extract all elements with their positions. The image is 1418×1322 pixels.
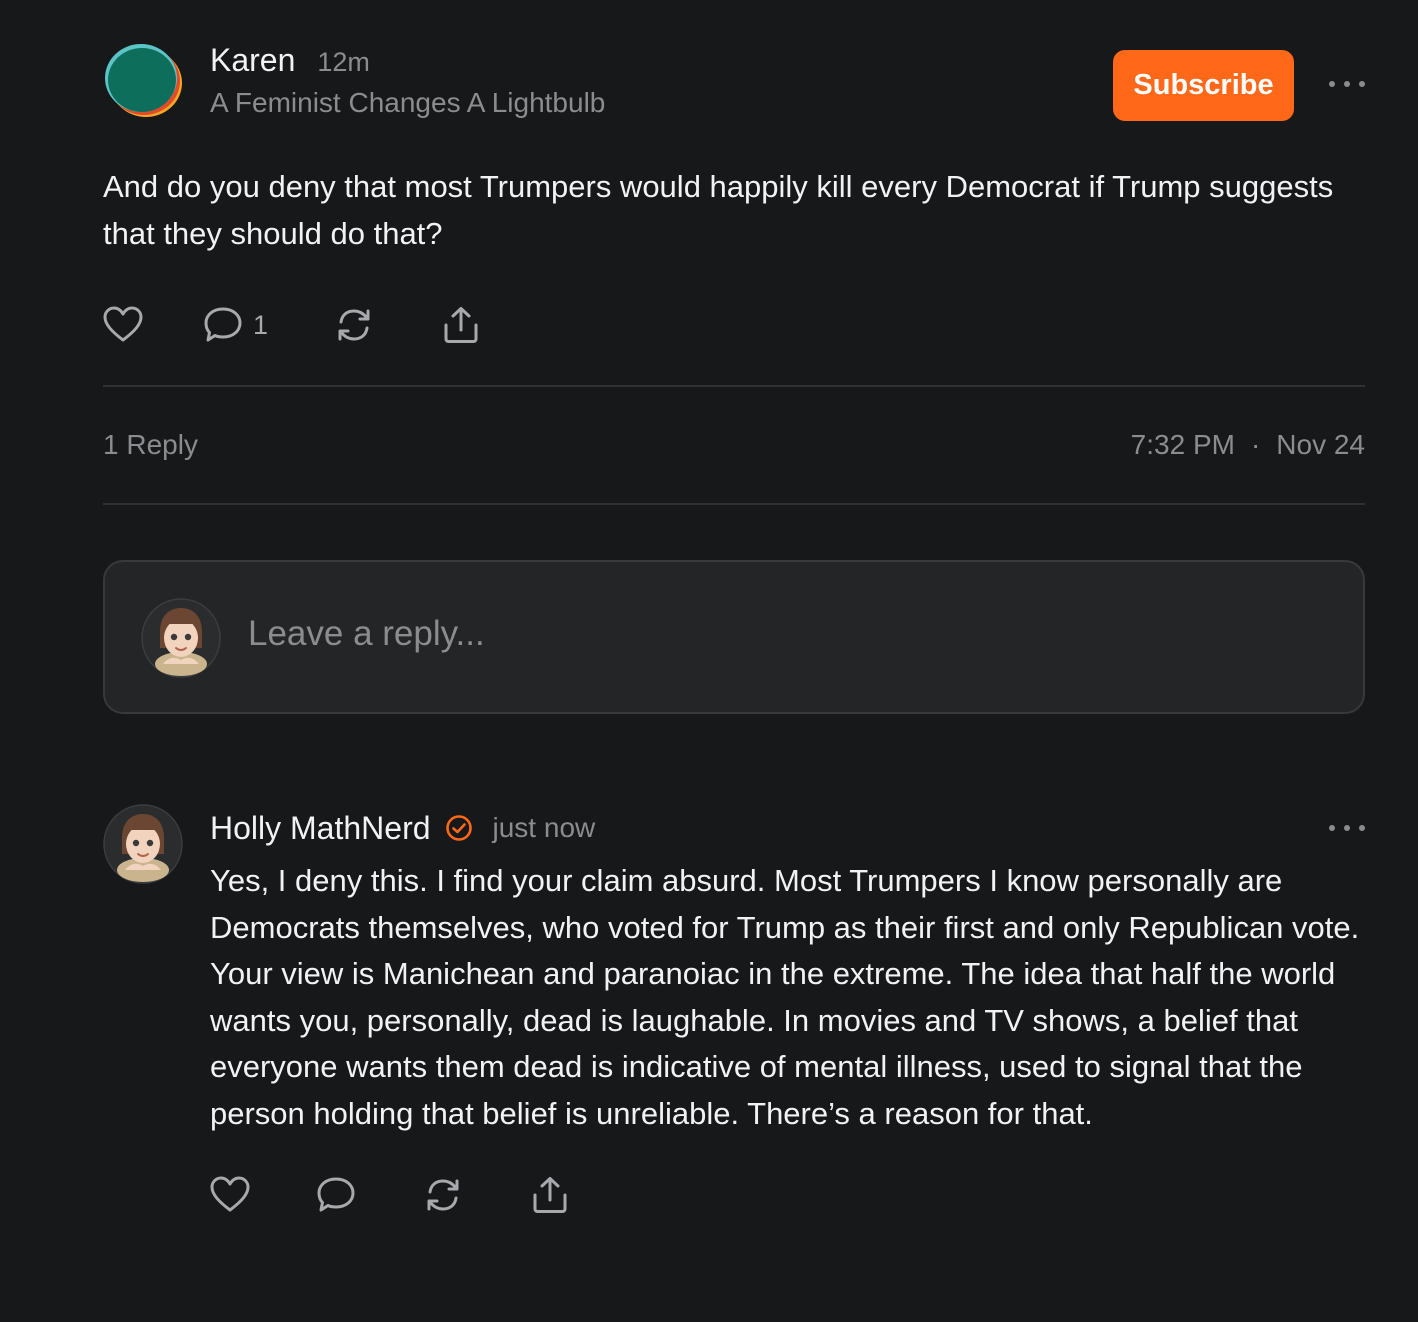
reply-input[interactable]: Leave a reply... (103, 560, 1365, 714)
more-dots-icon (1329, 825, 1335, 831)
share-button[interactable] (441, 306, 501, 344)
subscribe-button[interactable]: Subscribe (1113, 50, 1294, 121)
restack-button[interactable] (423, 1176, 530, 1214)
post-thread: Karen 12m A Feminist Changes A Lightbulb… (103, 40, 1365, 1215)
comment-main: Holly MathNerd just now Yes, I deny this… (210, 804, 1365, 1215)
like-button[interactable] (210, 1176, 316, 1214)
restack-icon (338, 309, 370, 341)
more-dots-icon (1329, 81, 1335, 87)
publication-name[interactable]: A Feminist Changes A Lightbulb (210, 87, 605, 119)
comment-bubble-icon (204, 307, 242, 342)
user-avatar (141, 598, 221, 678)
commenter-name[interactable]: Holly MathNerd (210, 810, 431, 847)
share-icon (533, 1177, 567, 1213)
comment-bubble-icon (317, 1177, 355, 1212)
share-icon (444, 307, 478, 343)
meta-separator: · (1250, 429, 1261, 460)
comment: Holly MathNerd just now Yes, I deny this… (103, 804, 1365, 1215)
replies-link[interactable]: 1 Reply (103, 429, 198, 461)
comment-time-ago: just now (492, 812, 596, 843)
post-time: 7:32 PM (1130, 429, 1235, 460)
heart-icon (210, 1176, 250, 1212)
post-header: Karen 12m A Feminist Changes A Lightbulb… (103, 40, 1365, 130)
comment-actions (210, 1175, 1365, 1215)
divider (103, 503, 1365, 505)
comment-header: Holly MathNerd just now (210, 806, 1365, 850)
comment-more-button[interactable] (1329, 820, 1365, 836)
publication-logo[interactable] (103, 40, 183, 120)
comment-body: Yes, I deny this. I find your claim absu… (210, 863, 1360, 1131)
comment-button[interactable]: 1 (203, 306, 334, 344)
post-meta: 1 Reply 7:32 PM · Nov 24 (103, 387, 1365, 503)
post-more-button[interactable] (1329, 76, 1365, 92)
share-button[interactable] (530, 1176, 590, 1214)
post-time-ago: 12m (317, 47, 370, 77)
author-block: Karen 12m A Feminist Changes A Lightbulb (210, 42, 605, 119)
post-body: And do you deny that most Trumpers would… (103, 169, 1334, 251)
like-button[interactable] (103, 306, 203, 344)
restack-icon (427, 1179, 459, 1211)
author-name[interactable]: Karen (210, 42, 295, 79)
reply-placeholder: Leave a reply... (248, 614, 485, 653)
post-date: Nov 24 (1276, 429, 1365, 460)
verified-check-icon (445, 814, 473, 842)
post-actions: 1 (103, 305, 1365, 345)
commenter-avatar[interactable] (103, 804, 183, 884)
heart-icon (103, 306, 143, 342)
restack-button[interactable] (334, 306, 441, 344)
comment-count: 1 (253, 309, 269, 340)
comment-button[interactable] (316, 1176, 423, 1214)
